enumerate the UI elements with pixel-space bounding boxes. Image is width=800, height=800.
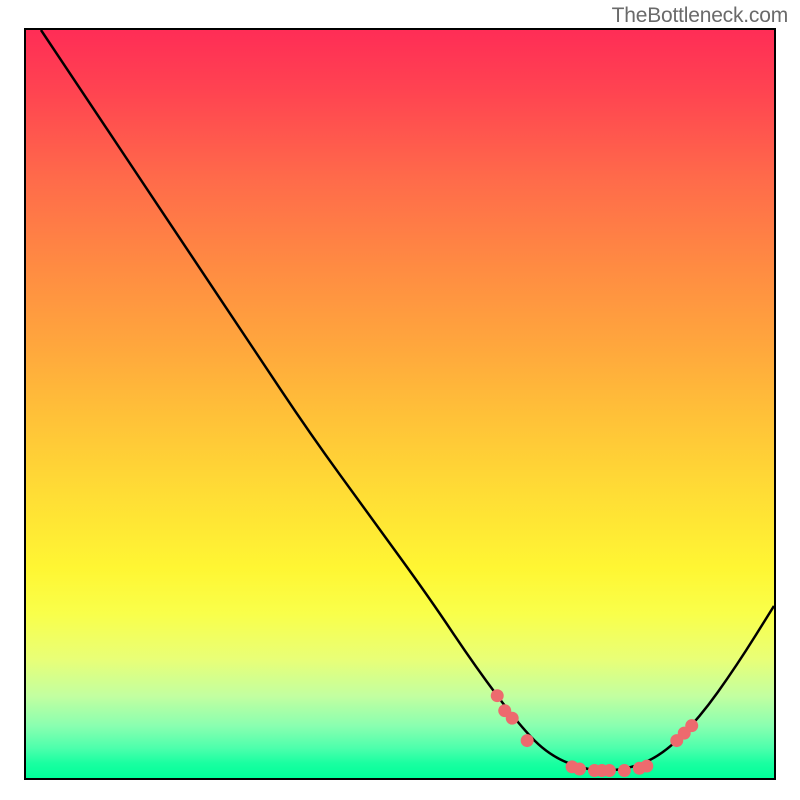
marker-dot [618,764,631,777]
curve-path [41,30,774,771]
marker-dot [573,763,586,776]
chart-plot-area [24,28,776,780]
marker-dot [491,689,504,702]
marker-dot [521,734,534,747]
bottleneck-curve-line [41,30,774,771]
chart-svg [26,30,774,778]
marker-dot [603,764,616,777]
watermark-text: TheBottleneck.com [612,4,788,28]
marker-dot [506,712,519,725]
marker-dot [640,760,653,773]
marker-dot [685,719,698,732]
optimal-range-dots [491,689,698,777]
